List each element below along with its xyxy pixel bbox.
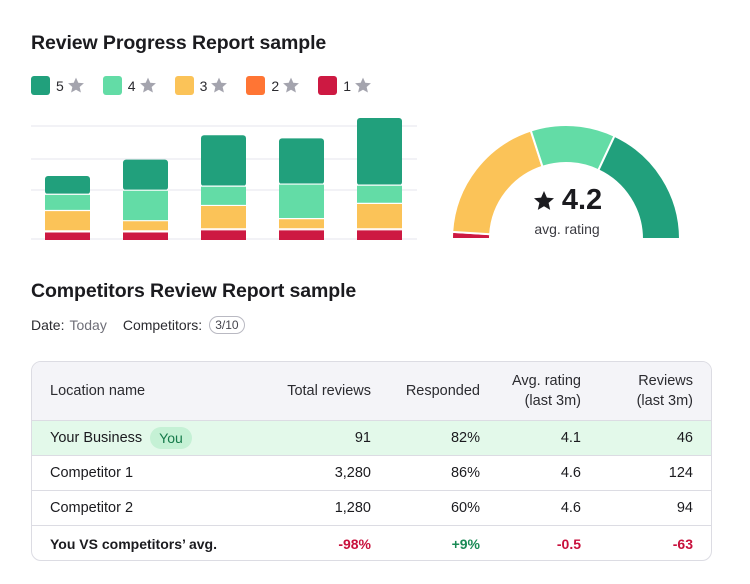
competitors-count-badge: 3/10	[209, 316, 245, 334]
location-name: Competitor 2	[50, 500, 134, 516]
bar-segment-1	[201, 229, 246, 240]
report-filters: Date: Today Competitors: 3/10	[31, 316, 245, 334]
reviews-3m: 46	[676, 430, 693, 446]
avg-rating-value: 4.2	[561, 184, 603, 216]
bar-segment-5	[279, 138, 324, 185]
bar-segment-4	[123, 190, 168, 221]
total-reviews: 3,280	[334, 465, 371, 481]
progress-report-title: Review Progress Report sample	[31, 32, 327, 54]
bar-segment-1	[357, 229, 402, 240]
col-avg-rating-line1: Avg. rating	[511, 373, 581, 389]
summary-label: You VS competitors’ avg.	[50, 535, 218, 552]
bar-segment-3	[123, 220, 168, 231]
legend-label-2: 2	[271, 77, 280, 94]
bar-segment-5	[201, 135, 246, 187]
legend-item-1: 1	[318, 76, 373, 95]
bar-segment-4	[357, 185, 402, 204]
bar-segment-4	[201, 186, 246, 206]
reviews-3m: 124	[668, 465, 693, 481]
bar-segment-3	[201, 205, 246, 229]
bar-segment-5	[357, 118, 402, 186]
col-reviews: Reviews (last 3m)	[637, 371, 693, 411]
review-progress-chart	[31, 118, 417, 240]
col-responded: Responded	[405, 383, 480, 399]
summary-total-reviews: -98%	[338, 535, 371, 552]
col-location-name: Location name	[50, 383, 146, 399]
bar-stack	[45, 175, 90, 240]
bar-segment-5	[123, 159, 168, 191]
bar-segment-4	[45, 194, 90, 211]
you-badge: You	[150, 427, 192, 449]
bar-segment-1	[45, 231, 90, 240]
location-name: Competitor 1	[50, 465, 134, 481]
legend-label-3: 3	[199, 77, 208, 94]
bar-segment-5	[45, 175, 90, 195]
responded: 86%	[450, 465, 480, 481]
summary-avg-rating: -0.5	[556, 535, 581, 552]
summary-reviews-3m: -63	[672, 535, 693, 552]
legend-swatch-3	[174, 76, 194, 95]
date-label: Date:	[31, 317, 65, 333]
row-location: Your Business You	[50, 427, 192, 449]
competitors-report-title: Competitors Review Report sample	[31, 280, 357, 302]
bar-segment-3	[45, 210, 90, 231]
table-row: Competitor 2 1,280 60% 4.6 94	[32, 491, 711, 526]
bar-segment-1	[279, 229, 324, 240]
responded: 60%	[450, 500, 480, 516]
bar-segment-3	[357, 203, 402, 229]
rating-legend: 5 4 3 2 1	[31, 76, 390, 95]
col-avg-rating-line2: (last 3m)	[524, 393, 581, 409]
col-total-reviews: Total reviews	[287, 383, 371, 399]
legend-swatch-1	[318, 76, 338, 95]
table-header: Location name Total reviews Responded Av…	[32, 362, 711, 421]
summary-row: You VS competitors’ avg. -98% +9% -0.5 -…	[32, 526, 711, 560]
legend-label-1: 1	[343, 77, 351, 94]
date-value: Today	[69, 317, 107, 333]
bar-stack	[279, 138, 324, 240]
col-avg-rating: Avg. rating (last 3m)	[512, 371, 581, 411]
star-icon	[209, 76, 229, 95]
legend-item-4: 4	[102, 76, 158, 95]
competitors-label: Competitors:	[122, 317, 203, 333]
legend-label-5: 5	[56, 77, 64, 94]
bar-segment-4	[279, 184, 324, 219]
legend-swatch-5	[31, 76, 50, 95]
location-name: Your Business	[50, 430, 143, 446]
gauge-value: 4.2	[508, 184, 626, 217]
bar-segment-3	[279, 218, 324, 229]
legend-swatch-4	[102, 76, 122, 95]
avg-rating: 4.1	[560, 430, 581, 446]
avg-rating: 4.6	[560, 465, 581, 481]
bar-stack	[123, 159, 168, 240]
table-row: Your Business You 91 82% 4.1 46	[32, 421, 711, 456]
legend-item-3: 3	[174, 76, 230, 95]
avg-rating: 4.6	[560, 500, 581, 516]
bar-stack	[357, 118, 402, 240]
legend-item-5: 5	[31, 76, 86, 95]
star-icon	[353, 76, 373, 95]
star-icon	[532, 189, 556, 213]
avg-rating-label: avg. rating	[534, 221, 600, 237]
bar-stack	[201, 135, 246, 240]
total-reviews: 91	[354, 430, 371, 446]
summary-responded: +9%	[451, 535, 480, 552]
star-icon	[281, 76, 301, 95]
total-reviews: 1,280	[334, 500, 371, 516]
competitors-table: Location name Total reviews Responded Av…	[31, 361, 712, 561]
legend-item-2: 2	[246, 76, 301, 95]
col-reviews-line2: (last 3m)	[636, 393, 693, 409]
star-icon	[138, 76, 158, 95]
gauge-segment-3	[451, 129, 544, 236]
star-icon	[66, 76, 86, 95]
col-reviews-line1: Reviews	[638, 373, 693, 389]
bar-segment-1	[123, 231, 168, 240]
table-row: Competitor 1 3,280 86% 4.6 124	[32, 456, 711, 491]
reviews-3m: 94	[676, 500, 693, 516]
legend-swatch-2	[246, 76, 266, 95]
legend-label-4: 4	[127, 77, 136, 94]
responded: 82%	[450, 430, 480, 446]
